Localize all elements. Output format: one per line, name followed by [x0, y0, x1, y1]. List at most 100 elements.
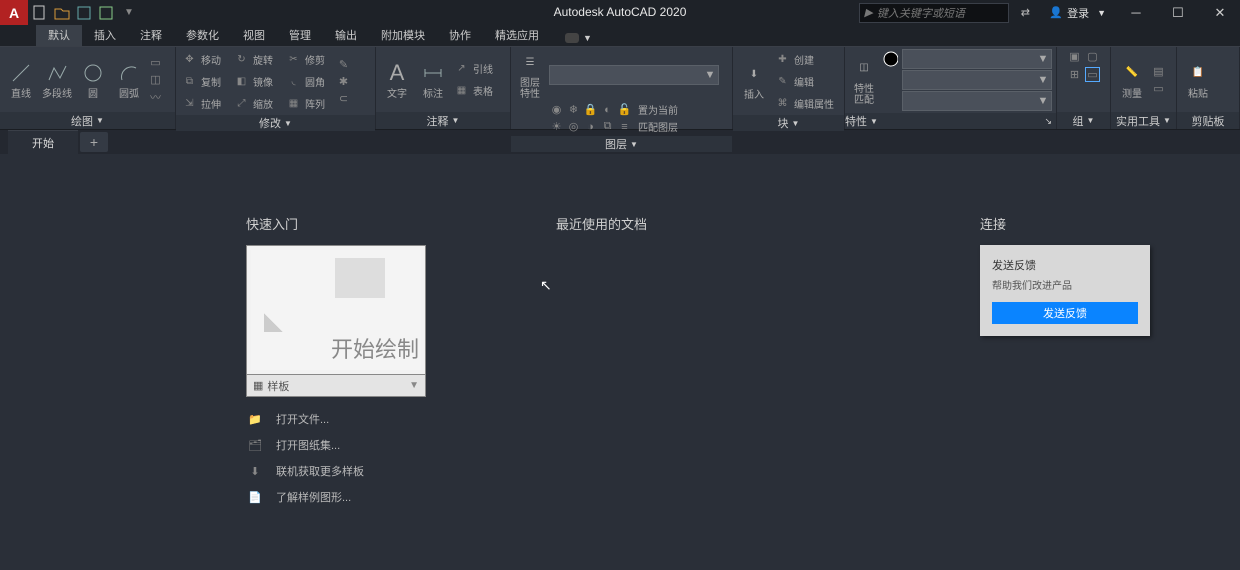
edit-attr-button[interactable]: ⌘编辑属性	[773, 93, 836, 113]
array-button[interactable]: ▦阵列	[284, 93, 336, 113]
color-wheel-icon[interactable]	[883, 51, 898, 66]
templates-dropdown[interactable]: ▦ 样板 ▼	[246, 375, 426, 397]
quick-start-column: 快速入门 开始绘制 ▦ 样板 ▼ 📁打开文件... 🗂打开图纸集... ⬇联机获…	[246, 214, 526, 570]
tab-collab[interactable]: 协作	[437, 24, 483, 46]
mirror-button[interactable]: ◧镜像	[232, 71, 284, 91]
layer-iso-icon[interactable]: ◐	[600, 102, 615, 117]
tab-insert[interactable]: 插入	[82, 24, 128, 46]
measure-button[interactable]: 📏测量	[1115, 60, 1149, 100]
paste-icon: 📋	[1185, 60, 1211, 86]
get-templates-link[interactable]: ⬇联机获取更多样板	[246, 463, 526, 479]
saveas-icon[interactable]	[98, 5, 114, 21]
group-edit-icon[interactable]: ⊞	[1067, 67, 1082, 82]
layer-off-icon[interactable]: ◉	[549, 102, 564, 117]
layer-current-button[interactable]: 置为当前	[638, 102, 678, 117]
calc-icon[interactable]: ▤	[1151, 64, 1166, 79]
trim-button[interactable]: ✂修剪	[284, 49, 336, 69]
circle-button[interactable]: 圆	[76, 60, 110, 100]
layer-uniso-icon[interactable]: ◑	[583, 119, 598, 134]
folder-icon: 📁	[246, 411, 264, 427]
copy-button[interactable]: ⧉复制	[180, 71, 232, 91]
line-button[interactable]: 直线	[4, 60, 38, 100]
ungroup-icon[interactable]: ▢	[1085, 49, 1100, 64]
arc-button[interactable]: 圆弧	[112, 60, 146, 100]
layer-lock-icon[interactable]: 🔒	[583, 102, 598, 117]
linetype-combo[interactable]: ▼	[902, 91, 1052, 111]
panel-title-util[interactable]: 实用工具▼	[1111, 112, 1176, 129]
fillet-icon: ◟	[286, 74, 301, 89]
panel-title-group[interactable]: 组▼	[1057, 112, 1110, 129]
edit-block-button[interactable]: ✎编辑	[773, 71, 836, 91]
layer-thaw-icon[interactable]: ☀	[549, 119, 564, 134]
rotate-button[interactable]: ↻旋转	[232, 49, 284, 69]
layer-copy-icon[interactable]: ⧉	[600, 119, 615, 134]
layer-combo[interactable]: ▼	[549, 65, 719, 85]
tab-view[interactable]: 视图	[231, 24, 277, 46]
panel-title-props[interactable]: 特性▼↘	[845, 113, 1056, 129]
tab-addon[interactable]: 附加模块	[369, 24, 437, 46]
group-icon[interactable]: ▣	[1067, 49, 1082, 64]
offset-icon[interactable]: ⊂	[336, 91, 351, 106]
new-file-icon[interactable]	[32, 5, 48, 21]
tab-default[interactable]: 默认	[36, 24, 82, 46]
layer-on-icon[interactable]: ◎	[566, 119, 581, 134]
send-feedback-button[interactable]: 发送反馈	[992, 302, 1138, 324]
tab-featured[interactable]: 精选应用	[483, 24, 551, 46]
search-input[interactable]: ▶ 键入关键字或短语	[859, 3, 1009, 23]
signin-button[interactable]: 👤 登录 ▼	[1041, 0, 1114, 25]
panel-title-clip[interactable]: 剪贴板	[1177, 112, 1239, 129]
panel-title-modify[interactable]: 修改▼	[176, 115, 375, 131]
layer-walk-icon[interactable]: ≡	[617, 119, 632, 134]
rect-icon[interactable]: ▭	[148, 55, 163, 70]
hatch-icon[interactable]: ◫	[148, 72, 163, 87]
group-select-icon[interactable]: ▭	[1085, 67, 1100, 82]
open-file-icon[interactable]	[54, 5, 70, 21]
app-logo[interactable]: A	[0, 0, 28, 25]
stretch-button[interactable]: ⇲拉伸	[180, 93, 232, 113]
insert-block-button[interactable]: ⬇插入	[737, 61, 771, 101]
table-button[interactable]: ▦表格	[452, 81, 495, 101]
open-file-link[interactable]: 📁打开文件...	[246, 411, 526, 427]
spline-icon[interactable]: 〰	[148, 89, 163, 104]
copy-icon: ⧉	[182, 74, 197, 89]
move-button[interactable]: ✥移动	[180, 49, 232, 69]
paste-button[interactable]: 📋粘贴	[1181, 60, 1215, 100]
match-props-button[interactable]: ◫特性 匹配	[849, 55, 879, 106]
featured-apps-button[interactable]: ▼	[557, 30, 600, 46]
layer-props-button[interactable]: ☰图层 特性	[515, 49, 545, 100]
select-icon[interactable]: ▭	[1151, 81, 1166, 96]
lineweight-combo[interactable]: ▼	[902, 70, 1052, 90]
polyline-button[interactable]: 多段线	[40, 60, 74, 100]
panel-title-annot[interactable]: 注释▼	[376, 112, 510, 129]
panel-title-draw[interactable]: 绘图▼	[0, 112, 175, 129]
panel-title-block[interactable]: 块▼	[733, 115, 844, 131]
layer-unlock-icon[interactable]: 🔓	[617, 102, 632, 117]
qat-dropdown-icon[interactable]: ▼	[120, 7, 138, 18]
share-icon[interactable]: ⇄	[1017, 5, 1033, 21]
save-icon[interactable]	[76, 5, 92, 21]
tab-manage[interactable]: 管理	[277, 24, 323, 46]
tab-output[interactable]: 输出	[323, 24, 369, 46]
tab-annotate[interactable]: 注释	[128, 24, 174, 46]
layer-match-button[interactable]: 匹配图层	[638, 119, 678, 134]
leader-button[interactable]: ↗引线	[452, 59, 495, 79]
scale-button[interactable]: ⤢缩放	[232, 93, 284, 113]
tab-start[interactable]: 开始	[8, 130, 78, 155]
new-tab-button[interactable]: +	[80, 132, 108, 152]
start-drawing-tile[interactable]: 开始绘制	[246, 245, 426, 375]
color-combo[interactable]: ▼	[902, 49, 1052, 69]
layer-freeze-icon[interactable]: ❄	[566, 102, 581, 117]
create-block-button[interactable]: ✚创建	[773, 49, 836, 69]
minimize-button[interactable]: ─	[1116, 0, 1156, 25]
erase-icon[interactable]: ✎	[336, 57, 351, 72]
explode-icon[interactable]: ✱	[336, 74, 351, 89]
text-button[interactable]: A文字	[380, 60, 414, 100]
open-sheetset-link[interactable]: 🗂打开图纸集...	[246, 437, 526, 453]
maximize-button[interactable]: ☐	[1158, 0, 1198, 25]
tab-parametric[interactable]: 参数化	[174, 24, 231, 46]
close-button[interactable]: ✕	[1200, 0, 1240, 25]
dim-button[interactable]: 标注	[416, 60, 450, 100]
panel-title-layer[interactable]: 图层▼	[511, 136, 732, 152]
sample-drawings-link[interactable]: 📄了解样例图形...	[246, 489, 526, 505]
fillet-button[interactable]: ◟圆角	[284, 71, 336, 91]
